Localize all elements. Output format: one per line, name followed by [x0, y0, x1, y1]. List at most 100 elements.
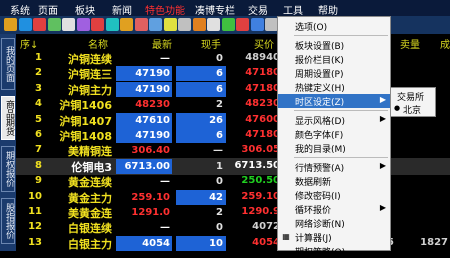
menu-4[interactable]: 特色功能: [145, 2, 185, 17]
menu-item[interactable]: 颜色字体(F): [278, 127, 390, 141]
menu-item-label: 期权策略(Q): [295, 248, 346, 258]
pen-icon[interactable]: [134, 18, 148, 31]
row-bid-price: 259.10: [241, 190, 280, 202]
menu-5[interactable]: 凑博专栏: [195, 2, 235, 17]
window-icon[interactable]: [178, 18, 191, 31]
menu-item-icon: [281, 21, 291, 31]
row-current-volume: 42: [176, 189, 226, 205]
row-latest-price: 48230: [135, 99, 170, 111]
sidebar-tab-0[interactable]: 我的页面: [1, 38, 15, 90]
row-name: 白银主力: [68, 237, 112, 251]
flag-icon[interactable]: [163, 18, 177, 31]
order-icon[interactable]: [236, 18, 249, 31]
grid-icon[interactable]: [149, 18, 162, 31]
row-index: 11: [28, 206, 42, 217]
forward-icon[interactable]: [18, 18, 32, 31]
menu-item[interactable]: 网络诊断(N): [278, 216, 390, 230]
menu-item-label: 数据刷新: [295, 178, 332, 188]
row-index: 6: [35, 129, 42, 140]
menu-separator: [294, 157, 388, 158]
row-current-volume: 2: [216, 207, 223, 218]
header-bid[interactable]: 买价: [254, 36, 274, 51]
row-current-volume: —: [213, 145, 223, 157]
menu-2[interactable]: 板块: [75, 2, 95, 17]
row-index: 9: [35, 175, 42, 187]
menu-item[interactable]: 周期设置(P): [278, 66, 390, 80]
sidebar-tab-2[interactable]: 期权报价: [1, 146, 15, 192]
header-idx[interactable]: 序↓: [20, 36, 38, 51]
menu-item-label: 显示风格(D): [295, 117, 345, 127]
menu-item-icon: [281, 190, 291, 200]
chart-icon[interactable]: [76, 18, 90, 31]
menu-item[interactable]: 时区设定(Z) ▶: [278, 94, 390, 108]
table-icon[interactable]: [207, 18, 220, 31]
menu-item[interactable]: 我的目录(M): [278, 141, 390, 155]
kline-icon[interactable]: [192, 18, 206, 31]
menu-6[interactable]: 交易: [248, 2, 268, 17]
menu-item[interactable]: 显示风格(D) ▶: [278, 113, 390, 127]
menu-bar: 系统 页面 板块 新闻 特色功能 凑博专栏 交易 工具 帮助: [0, 0, 450, 17]
header-now[interactable]: 现手: [201, 36, 221, 51]
menu-item[interactable]: 行情预警(A) ▶: [278, 160, 390, 174]
refresh-icon[interactable]: [47, 18, 61, 31]
header-name[interactable]: 名称: [88, 36, 108, 51]
row-current-volume: 2: [216, 99, 223, 111]
menu-item-icon: [281, 162, 291, 172]
row-index: 7: [35, 144, 42, 156]
menu-item[interactable]: 热键定义(H): [278, 80, 390, 94]
menu-item-icon: [281, 54, 291, 64]
menu-item-label: 我的目录(M): [295, 145, 346, 155]
menu-item-label: 修改密码(I): [295, 192, 341, 202]
submenu-item[interactable]: 交易所: [391, 89, 435, 103]
menu-item-icon: [281, 143, 291, 153]
row-latest-price: —: [160, 53, 170, 64]
menu-0[interactable]: 系统: [10, 2, 30, 17]
header-right[interactable]: 成: [440, 36, 450, 51]
submenu-item[interactable]: ● 北京: [391, 102, 435, 116]
alert-icon[interactable]: [91, 18, 104, 31]
sidebar-tab-1[interactable]: 商品期货: [1, 96, 15, 140]
menu-item[interactable]: 数据刷新: [278, 174, 390, 188]
row-current-volume: 0: [216, 53, 223, 64]
menu-item[interactable]: 修改密码(I): [278, 188, 390, 202]
menu-3[interactable]: 新闻: [112, 2, 132, 17]
menu-item[interactable]: 报价栏目(K): [278, 52, 390, 66]
list-icon[interactable]: [62, 18, 75, 31]
tools-dropdown-menu: 选项(O) 板块设置(B) 报价栏目(K) 周期设置(P) 热键定义(H) 时区设定(Z)…: [277, 16, 391, 258]
menu-item[interactable]: 选项(O): [278, 19, 390, 33]
sidebar-tab-3[interactable]: 股指报价: [1, 198, 15, 244]
header-volume[interactable]: 卖量: [400, 36, 420, 51]
row-current-volume: 6: [176, 66, 226, 82]
menu-7[interactable]: 工具: [283, 2, 303, 17]
row-latest-price: 1291.0: [131, 207, 170, 218]
row-index: 8: [35, 159, 42, 171]
menu-item-icon: [281, 218, 291, 228]
sync-icon[interactable]: [105, 18, 119, 31]
account-icon[interactable]: [250, 18, 264, 31]
menu-item[interactable]: 循环报价 ▶: [278, 202, 390, 216]
row-bid-price: 48230: [245, 98, 280, 110]
menu-item-label: 热键定义(H): [295, 84, 345, 94]
sidebar: 我的页面商品期货期权报价股指报价: [0, 34, 16, 251]
row-latest-price: 306.40: [131, 145, 170, 157]
menu-item[interactable]: ▦ 计算器(J): [278, 230, 390, 244]
row-bid-price: 4072: [252, 221, 280, 233]
menu-item-icon: [281, 40, 291, 50]
stop-icon[interactable]: [33, 18, 46, 31]
menu-8[interactable]: 帮助: [318, 2, 338, 17]
header-latest[interactable]: 最新: [152, 36, 172, 51]
back-icon[interactable]: [4, 18, 17, 31]
row-current-volume: 26: [176, 112, 226, 128]
menu-separator: [294, 35, 388, 36]
trade-icon[interactable]: [221, 18, 235, 31]
menu-item-label: 颜色字体(F): [295, 131, 344, 141]
menu-item-label: 报价栏目(K): [295, 56, 344, 66]
menu-item[interactable]: 期权策略(Q): [278, 244, 390, 258]
row-bid-price: 306.05: [241, 144, 280, 156]
menu-item[interactable]: 板块设置(B): [278, 38, 390, 52]
row-latest-price: 259.10: [131, 191, 170, 203]
menu-1[interactable]: 页面: [38, 2, 58, 17]
menu-item-icon: [281, 96, 291, 106]
row-latest-price: —: [160, 222, 170, 234]
favorite-icon[interactable]: [120, 18, 133, 31]
